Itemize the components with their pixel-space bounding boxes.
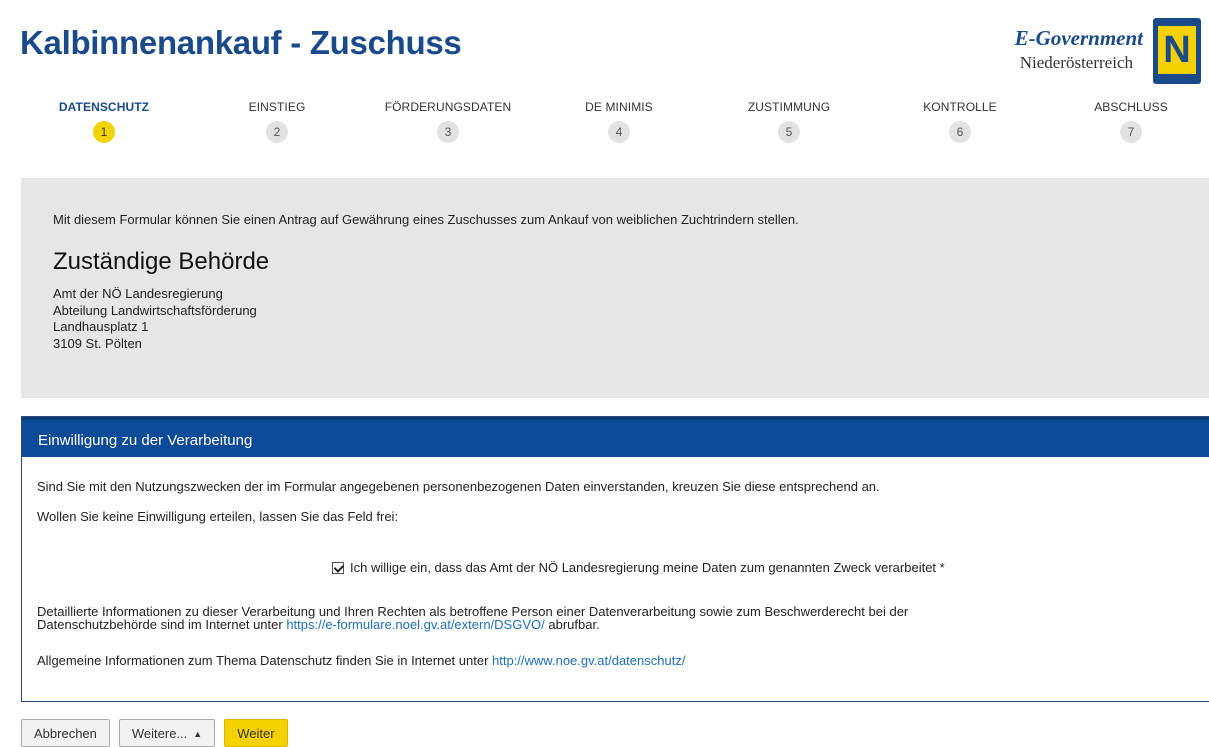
- cancel-button[interactable]: Abbrechen: [21, 719, 110, 747]
- step-label: ABSCHLUSS: [1094, 100, 1168, 114]
- step-number: 6: [949, 121, 971, 143]
- privacy-details: Detaillierte Informationen zu dieser Ver…: [37, 605, 908, 631]
- authority-address: Amt der NÖ Landesregierung Abteilung Lan…: [53, 286, 257, 352]
- step-number: 7: [1120, 121, 1142, 143]
- general-privacy-info: Allgemeine Informationen zum Thema Daten…: [37, 653, 685, 668]
- authority-heading: Zuständige Behörde: [53, 248, 270, 275]
- step-label: DE MINIMIS: [585, 100, 653, 114]
- logo-line2: Niederösterreich: [1019, 53, 1133, 72]
- logo-mark: N: [1158, 26, 1196, 74]
- more-button-label: Weitere...: [131, 726, 188, 741]
- step-label: FÖRDERUNGSDATEN: [384, 100, 512, 114]
- consent-checkbox-label[interactable]: Ich willige ein, dass das Amt der NÖ Lan…: [350, 560, 945, 575]
- consent-option[interactable]: Ich willige ein, dass das Amt der NÖ Lan…: [332, 560, 945, 575]
- step-de-minimis: DE MINIMIS 4: [539, 100, 699, 143]
- step-label: DATENSCHUTZ: [58, 100, 150, 114]
- more-button[interactable]: Weitere... ▲: [118, 719, 216, 747]
- dsgvo-link[interactable]: https://e-formulare.noel.gv.at/extern/DS…: [286, 617, 544, 632]
- consent-checkbox[interactable]: [332, 561, 344, 574]
- step-number: 5: [778, 121, 800, 143]
- consent-question: Sind Sie mit den Nutzungszwecken der im …: [37, 479, 880, 494]
- step-einstieg: EINSTIEG 2: [197, 100, 357, 143]
- page-title: Kalbinnenankauf - Zuschuss: [20, 24, 462, 61]
- progress-steps: DATENSCHUTZ 1 EINSTIEG 2 FÖRDERUNGSDATEN…: [0, 100, 1209, 150]
- address-line: 3109 St. Pölten: [53, 335, 142, 351]
- step-number: 2: [266, 121, 288, 143]
- caret-up-icon: ▲: [193, 729, 203, 739]
- detail-text-2: Datenschutzbehörde sind im Internet unte…: [37, 617, 287, 632]
- consent-panel: Einwilligung zu der Verarbeitung Sind Si…: [21, 416, 1209, 702]
- action-buttons: Abbrechen Weitere... ▲ Weiter: [21, 719, 288, 747]
- info-box: Mit diesem Formular können Sie einen Ant…: [21, 178, 1209, 398]
- form-page: Kalbinnenankauf - Zuschuss E-Government …: [0, 0, 1209, 747]
- step-foerderungsdaten: FÖRDERUNGSDATEN 3: [368, 100, 528, 143]
- address-line: Landhausplatz 1: [53, 319, 149, 334]
- datenschutz-link[interactable]: http://www.noe.gv.at/datenschutz/: [492, 653, 685, 668]
- noe-flag-icon: N: [1153, 18, 1201, 84]
- egov-logo: E-Government Niederösterreich N: [979, 18, 1209, 84]
- logo-line1: E-Government: [1014, 26, 1143, 50]
- step-number: 1: [93, 121, 115, 143]
- step-zustimmung: ZUSTIMMUNG 5: [709, 100, 869, 143]
- step-number: 3: [437, 121, 459, 143]
- step-datenschutz: DATENSCHUTZ 1: [24, 100, 184, 143]
- next-button[interactable]: Weiter: [224, 719, 288, 747]
- step-label: ZUSTIMMUNG: [747, 100, 831, 114]
- detail-line-2: Datenschutzbehörde sind im Internet unte…: [37, 618, 908, 631]
- step-number: 4: [608, 121, 630, 143]
- step-label: EINSTIEG: [248, 100, 306, 114]
- info-intro: Mit diesem Formular können Sie einen Ant…: [53, 212, 799, 227]
- address-line: Abteilung Landwirtschaftsförderung: [53, 302, 257, 318]
- step-label: KONTROLLE: [923, 100, 997, 114]
- step-kontrolle: KONTROLLE 6: [880, 100, 1040, 143]
- consent-hint: Wollen Sie keine Einwilligung erteilen, …: [37, 509, 399, 524]
- general-text: Allgemeine Informationen zum Thema Daten…: [37, 653, 493, 668]
- panel-header: Einwilligung zu der Verarbeitung: [22, 417, 1209, 457]
- step-abschluss: ABSCHLUSS 7: [1051, 100, 1209, 143]
- detail-text-3: abrufbar.: [544, 617, 600, 632]
- address-line: Amt der NÖ Landesregierung: [53, 286, 223, 301]
